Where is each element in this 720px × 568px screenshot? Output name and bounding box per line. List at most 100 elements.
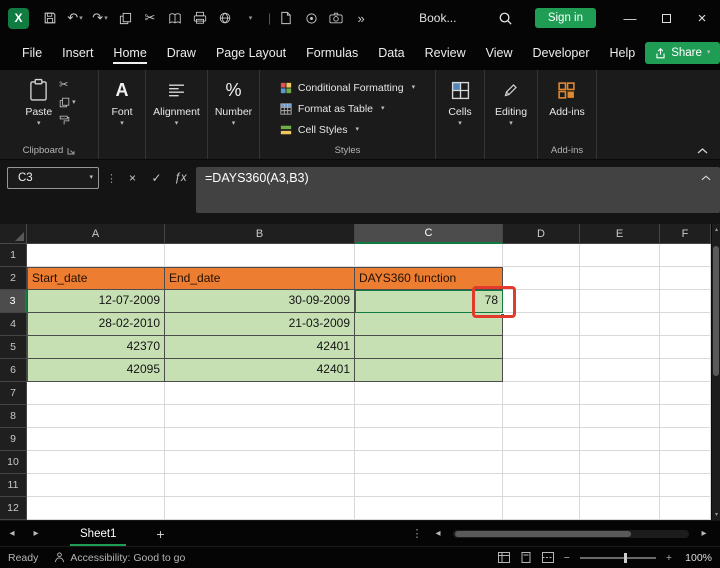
- cell-E12[interactable]: [580, 497, 660, 520]
- cell-F8[interactable]: [660, 405, 711, 428]
- excel-logo-icon[interactable]: X: [8, 8, 29, 29]
- hscroll-right-arrow[interactable]: ▸: [692, 528, 716, 539]
- sheet-nav-left-arrow[interactable]: ◂: [0, 528, 24, 539]
- paste-button[interactable]: Paste ▾: [20, 74, 57, 143]
- sheet-tab-sheet1[interactable]: Sheet1: [64, 521, 132, 546]
- cell-F7[interactable]: [660, 382, 711, 405]
- cell-C7[interactable]: [355, 382, 503, 405]
- alignment-button[interactable]: Alignment ▾: [148, 74, 205, 158]
- cell-A5[interactable]: 42370: [27, 336, 165, 359]
- column-header-D[interactable]: D: [503, 224, 580, 244]
- search-icon[interactable]: [498, 11, 513, 26]
- cell-B5[interactable]: 42401: [165, 336, 355, 359]
- page-break-view-button[interactable]: [542, 552, 554, 563]
- formula-input[interactable]: =DAYS360(A3,B3): [196, 167, 720, 213]
- cell-B1[interactable]: [165, 244, 355, 267]
- cell-E9[interactable]: [580, 428, 660, 451]
- cell-A2[interactable]: Start_date: [27, 267, 165, 290]
- cell-D10[interactable]: [503, 451, 580, 474]
- cell-A4[interactable]: 28-02-2010: [27, 313, 165, 336]
- minimize-button[interactable]: —: [612, 0, 648, 36]
- cell-D11[interactable]: [503, 474, 580, 497]
- row-header-8[interactable]: 8: [0, 405, 27, 428]
- tab-help[interactable]: Help: [600, 37, 646, 69]
- spelling-icon[interactable]: [214, 5, 236, 31]
- cell-E8[interactable]: [580, 405, 660, 428]
- cell-A3[interactable]: 12-07-2009: [27, 290, 165, 313]
- cell-B7[interactable]: [165, 382, 355, 405]
- cell-A1[interactable]: [27, 244, 165, 267]
- cell-A8[interactable]: [27, 405, 165, 428]
- cell-C6[interactable]: [355, 359, 503, 382]
- cell-F12[interactable]: [660, 497, 711, 520]
- zoom-slider-thumb[interactable]: [624, 553, 627, 563]
- row-header-4[interactable]: 4: [0, 313, 27, 336]
- column-header-E[interactable]: E: [580, 224, 660, 244]
- cell-A12[interactable]: [27, 497, 165, 520]
- new-sheet-button[interactable]: +: [146, 526, 174, 542]
- enter-button[interactable]: ✓: [148, 167, 165, 189]
- cell-A10[interactable]: [27, 451, 165, 474]
- row-header-1[interactable]: 1: [0, 244, 27, 267]
- column-header-C[interactable]: C: [355, 224, 503, 244]
- vertical-scrollbar[interactable]: ▴ ▾: [711, 224, 720, 520]
- row-header-9[interactable]: 9: [0, 428, 27, 451]
- page-layout-view-button[interactable]: [520, 552, 532, 563]
- cell-B2[interactable]: End_date: [165, 267, 355, 290]
- cell-F6[interactable]: [660, 359, 711, 382]
- qat-dropdown-icon[interactable]: ▾: [239, 5, 261, 31]
- tab-developer[interactable]: Developer: [523, 37, 600, 69]
- cell-A11[interactable]: [27, 474, 165, 497]
- font-button[interactable]: A Font ▾: [106, 74, 137, 158]
- number-button[interactable]: % Number ▾: [210, 74, 257, 158]
- cell-styles-button[interactable]: Cell Styles ▾: [275, 119, 420, 140]
- cell-F10[interactable]: [660, 451, 711, 474]
- sign-in-button[interactable]: Sign in: [535, 8, 596, 28]
- undo-button[interactable]: ↶▾: [64, 5, 86, 31]
- cell-C9[interactable]: [355, 428, 503, 451]
- sheet-nav-right-arrow[interactable]: ▸: [24, 528, 48, 539]
- touch-mode-icon[interactable]: [300, 5, 322, 31]
- row-header-10[interactable]: 10: [0, 451, 27, 474]
- close-button[interactable]: ×: [684, 0, 720, 36]
- name-box-dropdown-icon[interactable]: ▾: [89, 175, 93, 181]
- zoom-level-label[interactable]: 100%: [682, 552, 712, 564]
- print-icon[interactable]: [189, 5, 211, 31]
- name-box[interactable]: C3 ▾: [7, 167, 99, 189]
- cell-F1[interactable]: [660, 244, 711, 267]
- zoom-out-button[interactable]: −: [564, 552, 570, 564]
- cell-D9[interactable]: [503, 428, 580, 451]
- column-header-A[interactable]: A: [27, 224, 165, 244]
- clipboard-dialog-launcher[interactable]: [67, 147, 75, 155]
- column-header-B[interactable]: B: [165, 224, 355, 244]
- row-header-6[interactable]: 6: [0, 359, 27, 382]
- tab-page-layout[interactable]: Page Layout: [206, 37, 296, 69]
- cell-D12[interactable]: [503, 497, 580, 520]
- cells-button[interactable]: Cells ▾: [443, 74, 476, 158]
- save-icon[interactable]: [39, 5, 61, 31]
- add-ins-button[interactable]: Add-ins: [544, 74, 590, 143]
- cut-button[interactable]: ✂: [59, 78, 76, 91]
- tab-draw[interactable]: Draw: [157, 37, 206, 69]
- row-header-5[interactable]: 5: [0, 336, 27, 359]
- cell-B3[interactable]: 30-09-2009: [165, 290, 355, 313]
- row-header-7[interactable]: 7: [0, 382, 27, 405]
- cell-D5[interactable]: [503, 336, 580, 359]
- maximize-button[interactable]: [648, 0, 684, 36]
- cell-C10[interactable]: [355, 451, 503, 474]
- cell-C8[interactable]: [355, 405, 503, 428]
- cell-B10[interactable]: [165, 451, 355, 474]
- cell-B11[interactable]: [165, 474, 355, 497]
- cell-B8[interactable]: [165, 405, 355, 428]
- tab-file[interactable]: File: [12, 37, 52, 69]
- cell-B9[interactable]: [165, 428, 355, 451]
- cell-F11[interactable]: [660, 474, 711, 497]
- cell-D7[interactable]: [503, 382, 580, 405]
- cell-B6[interactable]: 42401: [165, 359, 355, 382]
- horizontal-scrollbar-thumb[interactable]: [455, 531, 631, 537]
- cell-C1[interactable]: [355, 244, 503, 267]
- camera-icon[interactable]: [325, 5, 347, 31]
- cell-E5[interactable]: [580, 336, 660, 359]
- select-all-corner[interactable]: [0, 224, 27, 244]
- cell-E11[interactable]: [580, 474, 660, 497]
